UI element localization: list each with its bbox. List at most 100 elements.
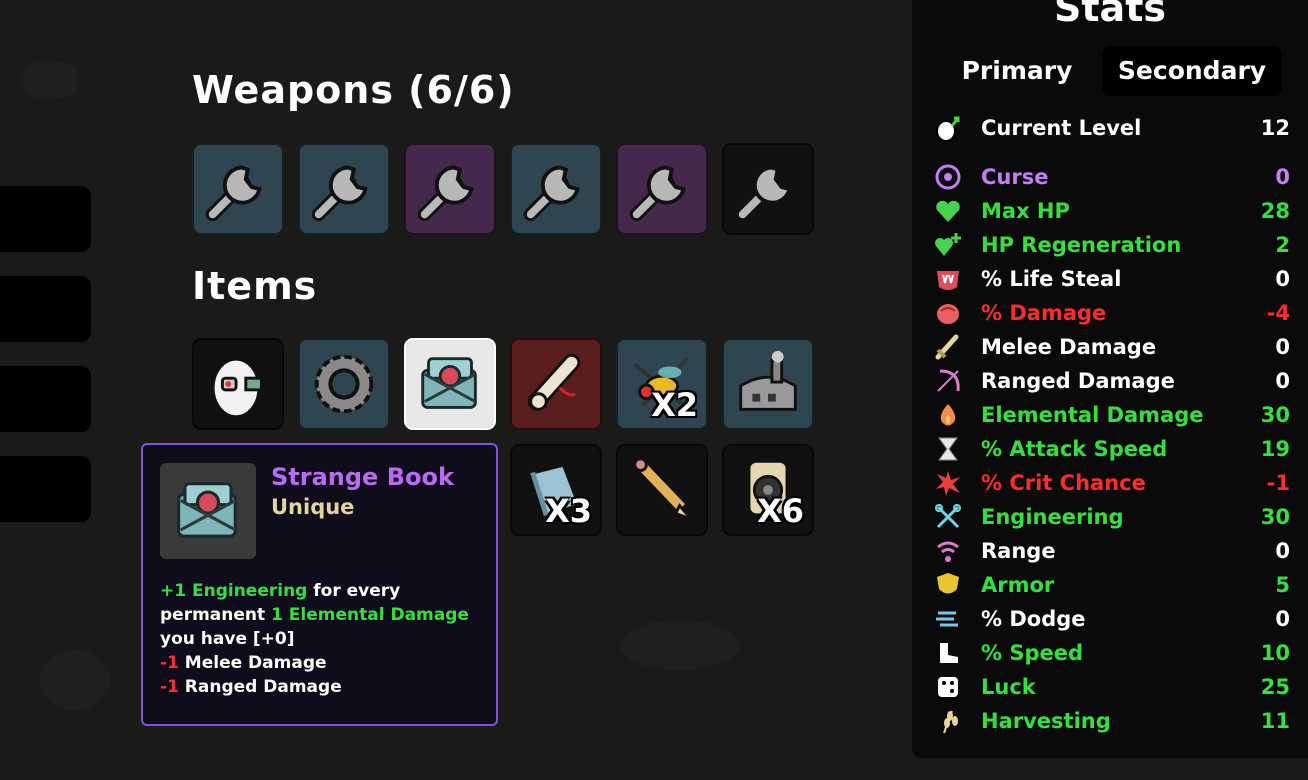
stat-value: 25 bbox=[1260, 675, 1290, 699]
tooltip-text: permanent bbox=[160, 605, 272, 625]
stack-count: X3 bbox=[545, 492, 592, 530]
wrench-icon bbox=[729, 150, 807, 228]
stat-value: 28 bbox=[1260, 199, 1290, 223]
weapon-slot[interactable] bbox=[510, 143, 602, 235]
weapon-slot[interactable] bbox=[404, 143, 496, 235]
crit-star-icon bbox=[934, 469, 962, 497]
stat-row: % Speed 10 bbox=[912, 637, 1308, 669]
flame-icon bbox=[934, 401, 962, 429]
wrench-icon bbox=[623, 150, 701, 228]
side-menu-button[interactable] bbox=[0, 276, 91, 342]
strange-book-icon bbox=[411, 345, 489, 423]
items-title: Items bbox=[192, 264, 318, 308]
wrench-icon bbox=[199, 150, 277, 228]
stat-value: 5 bbox=[1275, 573, 1290, 597]
bow-icon bbox=[934, 367, 962, 395]
stat-penalty: -1 bbox=[160, 677, 179, 697]
stat-label: Range bbox=[981, 539, 1056, 563]
stat-label: % Dodge bbox=[981, 607, 1086, 631]
stat-value: 0 bbox=[1275, 335, 1290, 359]
heart-plus-icon bbox=[934, 231, 962, 259]
tooltip-text: Melee Damage bbox=[178, 653, 327, 673]
fangs-icon bbox=[934, 265, 962, 293]
item-slot[interactable]: X3 bbox=[510, 444, 602, 536]
side-menu-button[interactable] bbox=[0, 186, 91, 252]
item-slot[interactable] bbox=[298, 338, 390, 430]
tooltip-description: +1 Engineering for every permanent 1 Ele… bbox=[160, 579, 469, 699]
stat-value: 2 bbox=[1275, 233, 1290, 257]
weapons-title: Weapons (6/6) bbox=[192, 68, 515, 112]
stats-title: Stats bbox=[1054, 0, 1166, 30]
stat-value: -1 bbox=[1266, 471, 1290, 495]
factory-icon bbox=[729, 345, 807, 423]
tooltip-item-rarity: Unique bbox=[271, 495, 355, 519]
stat-penalty: -1 bbox=[160, 653, 179, 673]
tooltip-line: permanent 1 Elemental Damage bbox=[160, 603, 469, 627]
wheat-icon bbox=[934, 707, 962, 735]
item-slot[interactable] bbox=[404, 338, 496, 430]
tooltip-item-name: Strange Book bbox=[271, 463, 454, 491]
tooltip-line: +1 Engineering for every bbox=[160, 579, 469, 603]
side-menu-button[interactable] bbox=[0, 456, 91, 522]
stat-value: 0 bbox=[1275, 539, 1290, 563]
level-up-icon bbox=[934, 114, 962, 142]
stat-row: Elemental Damage 30 bbox=[912, 399, 1308, 431]
tab-secondary[interactable]: Secondary bbox=[1102, 46, 1282, 96]
weapon-slot[interactable] bbox=[722, 143, 814, 235]
range-signal-icon bbox=[934, 537, 962, 565]
stat-row: Range 0 bbox=[912, 535, 1308, 567]
wrench-icon bbox=[411, 150, 489, 228]
weapon-slot[interactable] bbox=[192, 143, 284, 235]
stat-label: % Attack Speed bbox=[981, 437, 1168, 461]
background-decoration bbox=[40, 650, 110, 710]
item-slot[interactable]: X2 bbox=[616, 338, 708, 430]
hourglass-icon bbox=[934, 435, 962, 463]
dodge-wind-icon bbox=[934, 605, 962, 633]
weapon-slot[interactable] bbox=[298, 143, 390, 235]
curse-eye-icon bbox=[934, 163, 962, 191]
side-menu-button[interactable] bbox=[0, 366, 91, 432]
stat-label: % Damage bbox=[981, 301, 1107, 325]
stat-row-current-level: Current Level 12 bbox=[912, 112, 1308, 144]
tab-primary[interactable]: Primary bbox=[942, 46, 1092, 96]
stat-label: Luck bbox=[981, 675, 1036, 699]
stat-label: Elemental Damage bbox=[981, 403, 1204, 427]
item-slot[interactable] bbox=[510, 338, 602, 430]
stat-value: 10 bbox=[1260, 641, 1290, 665]
stat-value: 12 bbox=[1260, 116, 1290, 140]
stat-value: 0 bbox=[1275, 369, 1290, 393]
stat-row: % Dodge 0 bbox=[912, 603, 1308, 635]
background-decoration bbox=[620, 620, 740, 670]
stat-label: % Crit Chance bbox=[981, 471, 1146, 495]
stat-row: Engineering 30 bbox=[912, 501, 1308, 533]
stat-value: 30 bbox=[1260, 403, 1290, 427]
item-slot[interactable] bbox=[616, 444, 708, 536]
stat-label: Ranged Damage bbox=[981, 369, 1175, 393]
item-tooltip: Strange Book Unique +1 Engineering for e… bbox=[141, 443, 498, 726]
pencil-icon bbox=[623, 451, 701, 529]
weapon-slot[interactable] bbox=[616, 143, 708, 235]
stat-row: Ranged Damage 0 bbox=[912, 365, 1308, 397]
stat-label: % Speed bbox=[981, 641, 1084, 665]
stat-row: % Crit Chance -1 bbox=[912, 467, 1308, 499]
stat-value: 11 bbox=[1260, 709, 1290, 733]
stat-value: 30 bbox=[1260, 505, 1290, 529]
item-slot[interactable] bbox=[192, 338, 284, 430]
stat-value: -4 bbox=[1266, 301, 1290, 325]
stat-row: HP Regeneration 2 bbox=[912, 229, 1308, 261]
stat-label: Engineering bbox=[981, 505, 1124, 529]
stat-label: Armor bbox=[981, 573, 1055, 597]
stat-bonus: +1 Engineering bbox=[160, 581, 308, 601]
scroll-icon bbox=[517, 345, 595, 423]
tooltip-line: -1 Ranged Damage bbox=[160, 675, 469, 699]
strange-book-icon bbox=[160, 463, 256, 559]
stat-label: Current Level bbox=[981, 116, 1142, 140]
stat-label: HP Regeneration bbox=[981, 233, 1182, 257]
stat-row: Max HP 28 bbox=[912, 195, 1308, 227]
stat-row: Melee Damage 0 bbox=[912, 331, 1308, 363]
item-slot[interactable]: X6 bbox=[722, 444, 814, 536]
item-slot[interactable] bbox=[722, 338, 814, 430]
shield-icon bbox=[934, 571, 962, 599]
stat-row: Harvesting 11 bbox=[912, 705, 1308, 737]
wrench-icon bbox=[305, 150, 383, 228]
